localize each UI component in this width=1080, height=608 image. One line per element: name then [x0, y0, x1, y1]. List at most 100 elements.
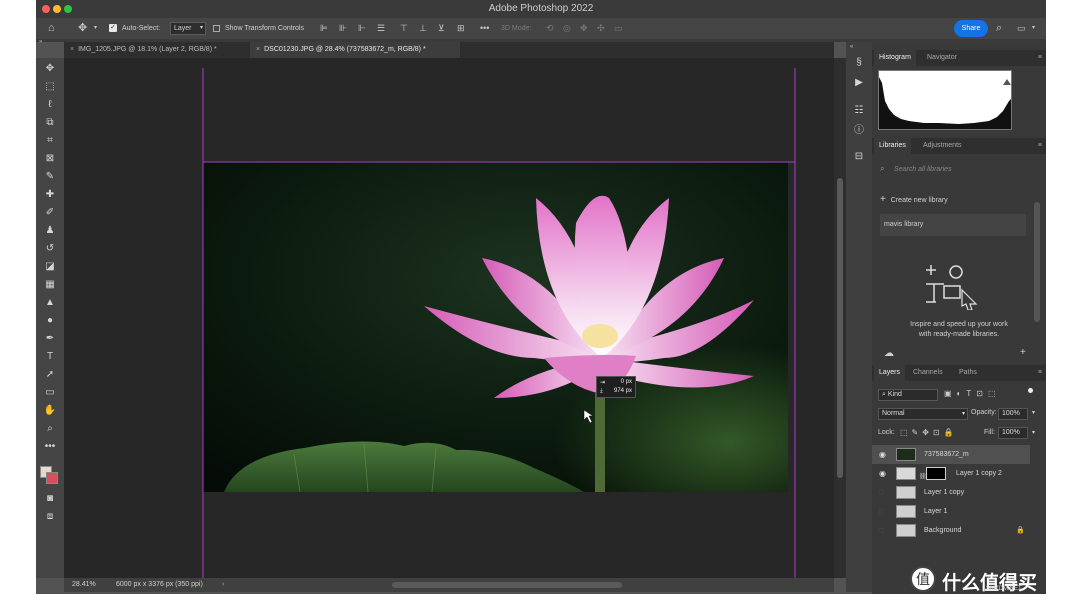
- screen-mode-icon[interactable]: ⧈: [40, 510, 60, 524]
- tab-adjustments[interactable]: Adjustments: [918, 138, 967, 154]
- tool-preset-chevron-icon[interactable]: ▾: [94, 18, 97, 39]
- close-tab-icon[interactable]: ×: [256, 46, 260, 53]
- 3d-slide-icon[interactable]: ✣: [597, 18, 605, 39]
- tab-libraries[interactable]: Libraries: [874, 138, 911, 154]
- tab-navigator[interactable]: Navigator: [922, 50, 962, 66]
- auto-select-dropdown[interactable]: Layer ▾: [170, 22, 206, 35]
- zoom-tool-icon[interactable]: ⌕: [40, 422, 60, 436]
- crop-tool-icon[interactable]: ⌗: [40, 134, 60, 148]
- libraries-scrollbar[interactable]: [1034, 202, 1040, 322]
- eye-icon[interactable]: ◉: [879, 464, 886, 483]
- tab-histogram[interactable]: Histogram: [874, 50, 916, 66]
- panel-menu-icon[interactable]: ≡: [1038, 365, 1042, 381]
- rectangle-tool-icon[interactable]: ▭: [40, 386, 60, 400]
- layer-row[interactable]: □ Layer 1 copy: [872, 483, 1030, 502]
- fill-chevron-icon[interactable]: ▾: [1032, 429, 1035, 436]
- path-selection-tool-icon[interactable]: ➚: [40, 368, 60, 382]
- tab-layers[interactable]: Layers: [874, 365, 906, 381]
- search-icon[interactable]: ⌕: [996, 18, 1002, 39]
- minimize-window-button[interactable]: [53, 5, 61, 13]
- move-tool-icon[interactable]: ✥: [78, 18, 87, 39]
- layer-filter-kind[interactable]: ⌕ Kind: [878, 389, 938, 401]
- layer-comps-icon[interactable]: ⊟: [849, 150, 869, 164]
- clone-stamp-tool-icon[interactable]: ♟: [40, 224, 60, 238]
- lasso-tool-icon[interactable]: ℓ: [40, 98, 60, 112]
- histogram-warning-icon[interactable]: [1003, 79, 1011, 85]
- distribute-icon[interactable]: ☰: [377, 18, 385, 39]
- blur-tool-icon[interactable]: ▲: [40, 296, 60, 310]
- share-button[interactable]: Share: [954, 20, 988, 37]
- filter-toggle[interactable]: [1028, 388, 1033, 393]
- align-right-icon[interactable]: ⊩: [358, 18, 366, 39]
- add-library-icon[interactable]: +: [1020, 347, 1026, 358]
- workspace-chevron-icon[interactable]: ▾: [1032, 18, 1035, 39]
- horizontal-scroll-thumb[interactable]: [392, 582, 622, 588]
- vertical-scrollbar[interactable]: [834, 58, 846, 578]
- info-panel-icon[interactable]: ⓘ: [849, 124, 869, 138]
- background-color-swatch[interactable]: [46, 472, 58, 484]
- auto-select-checkbox[interactable]: ✓: [109, 24, 117, 32]
- canvas-area[interactable]: ⇥ 0 px ⤓ 974 px: [64, 58, 834, 578]
- cloud-icon[interactable]: ☁: [884, 348, 894, 359]
- 3d-rotate-icon[interactable]: ⟲: [546, 18, 554, 39]
- 3d-scale-icon[interactable]: ▭: [614, 18, 623, 39]
- layer-row[interactable]: □ Background 🔒: [872, 521, 1030, 540]
- create-library-button[interactable]: + Create new library: [880, 194, 948, 206]
- opacity-input[interactable]: 100%: [998, 408, 1028, 420]
- close-window-button[interactable]: [42, 5, 50, 13]
- eye-icon[interactable]: ◉: [879, 445, 886, 464]
- properties-panel-icon[interactable]: ☷: [849, 104, 869, 118]
- expand-arrows-icon[interactable]: «: [850, 44, 853, 50]
- actions-play-icon[interactable]: ▶: [849, 76, 869, 90]
- edit-toolbar-icon[interactable]: •••: [40, 440, 60, 454]
- close-tab-icon[interactable]: ×: [70, 46, 74, 53]
- layer-filter-icons[interactable]: ▣◐T⊡⬚: [944, 389, 1001, 398]
- layer-row[interactable]: □ Layer 1: [872, 502, 1030, 521]
- healing-brush-tool-icon[interactable]: ✚: [40, 188, 60, 202]
- blend-mode-dropdown[interactable]: Normal ▾: [878, 408, 968, 420]
- zoom-level[interactable]: 28.41%: [72, 578, 96, 592]
- history-panel-icon[interactable]: §: [849, 56, 869, 70]
- marquee-tool-icon[interactable]: ⬚: [40, 80, 60, 94]
- 3d-roll-icon[interactable]: ◎: [563, 18, 571, 39]
- gradient-tool-icon[interactable]: ▦: [40, 278, 60, 292]
- align-left-icon[interactable]: ⊫: [320, 18, 328, 39]
- hand-tool-icon[interactable]: ✋: [40, 404, 60, 418]
- transform-controls-checkbox[interactable]: [213, 25, 220, 32]
- move-tool-icon[interactable]: ✥: [40, 62, 60, 76]
- align-middle-icon[interactable]: ⊥: [419, 18, 427, 39]
- workspace-icon[interactable]: ▭: [1017, 18, 1026, 39]
- pen-tool-icon[interactable]: ✒: [40, 332, 60, 346]
- align-top-icon[interactable]: ⊤: [400, 18, 408, 39]
- library-search-input[interactable]: Search all libraries: [894, 166, 952, 173]
- library-item-mavis[interactable]: mavis library: [880, 214, 1026, 236]
- layer-row[interactable]: ◉ ⛓ Layer 1 copy 2: [872, 464, 1030, 483]
- eye-hidden-icon[interactable]: □: [879, 483, 884, 502]
- lock-icons[interactable]: ⬚✎✥⊡🔒: [900, 428, 958, 437]
- align-center-icon[interactable]: ⊪: [339, 18, 347, 39]
- document-info[interactable]: 6000 px x 3376 px (350 ppi): [116, 578, 203, 592]
- vertical-scroll-thumb[interactable]: [837, 178, 843, 478]
- fill-input[interactable]: 100%: [998, 427, 1028, 439]
- dodge-tool-icon[interactable]: ●: [40, 314, 60, 328]
- history-brush-tool-icon[interactable]: ↺: [40, 242, 60, 256]
- eye-hidden-icon[interactable]: □: [879, 521, 884, 540]
- 3d-drag-icon[interactable]: ✥: [580, 18, 588, 39]
- panel-menu-icon[interactable]: ≡: [1038, 138, 1042, 154]
- library-search[interactable]: ⌕ Search all libraries: [878, 164, 1028, 178]
- tab-channels[interactable]: Channels: [908, 365, 948, 381]
- align-bottom-icon[interactable]: ⊻: [438, 18, 445, 39]
- more-options-icon[interactable]: •••: [480, 18, 489, 39]
- tab-dsc01230[interactable]: × DSC01230.JPG @ 28.4% (737583672_m, RGB/…: [250, 42, 460, 58]
- tab-img-1205[interactable]: × IMG_1205.JPG @ 18.1% (Layer 2, RGB/8) *: [64, 42, 250, 58]
- home-icon[interactable]: ⌂: [48, 18, 55, 39]
- eraser-tool-icon[interactable]: ◪: [40, 260, 60, 274]
- frame-tool-icon[interactable]: ⊠: [40, 152, 60, 166]
- layer-mask-thumbnail[interactable]: [926, 467, 946, 480]
- layer-row[interactable]: ◉ 737583672_m: [872, 445, 1030, 464]
- quick-mask-icon[interactable]: ◙: [40, 492, 60, 506]
- type-tool-icon[interactable]: T: [40, 350, 60, 364]
- eyedropper-tool-icon[interactable]: ✎: [40, 170, 60, 184]
- collapse-arrows-icon[interactable]: »: [39, 39, 42, 45]
- eye-hidden-icon[interactable]: □: [879, 502, 884, 521]
